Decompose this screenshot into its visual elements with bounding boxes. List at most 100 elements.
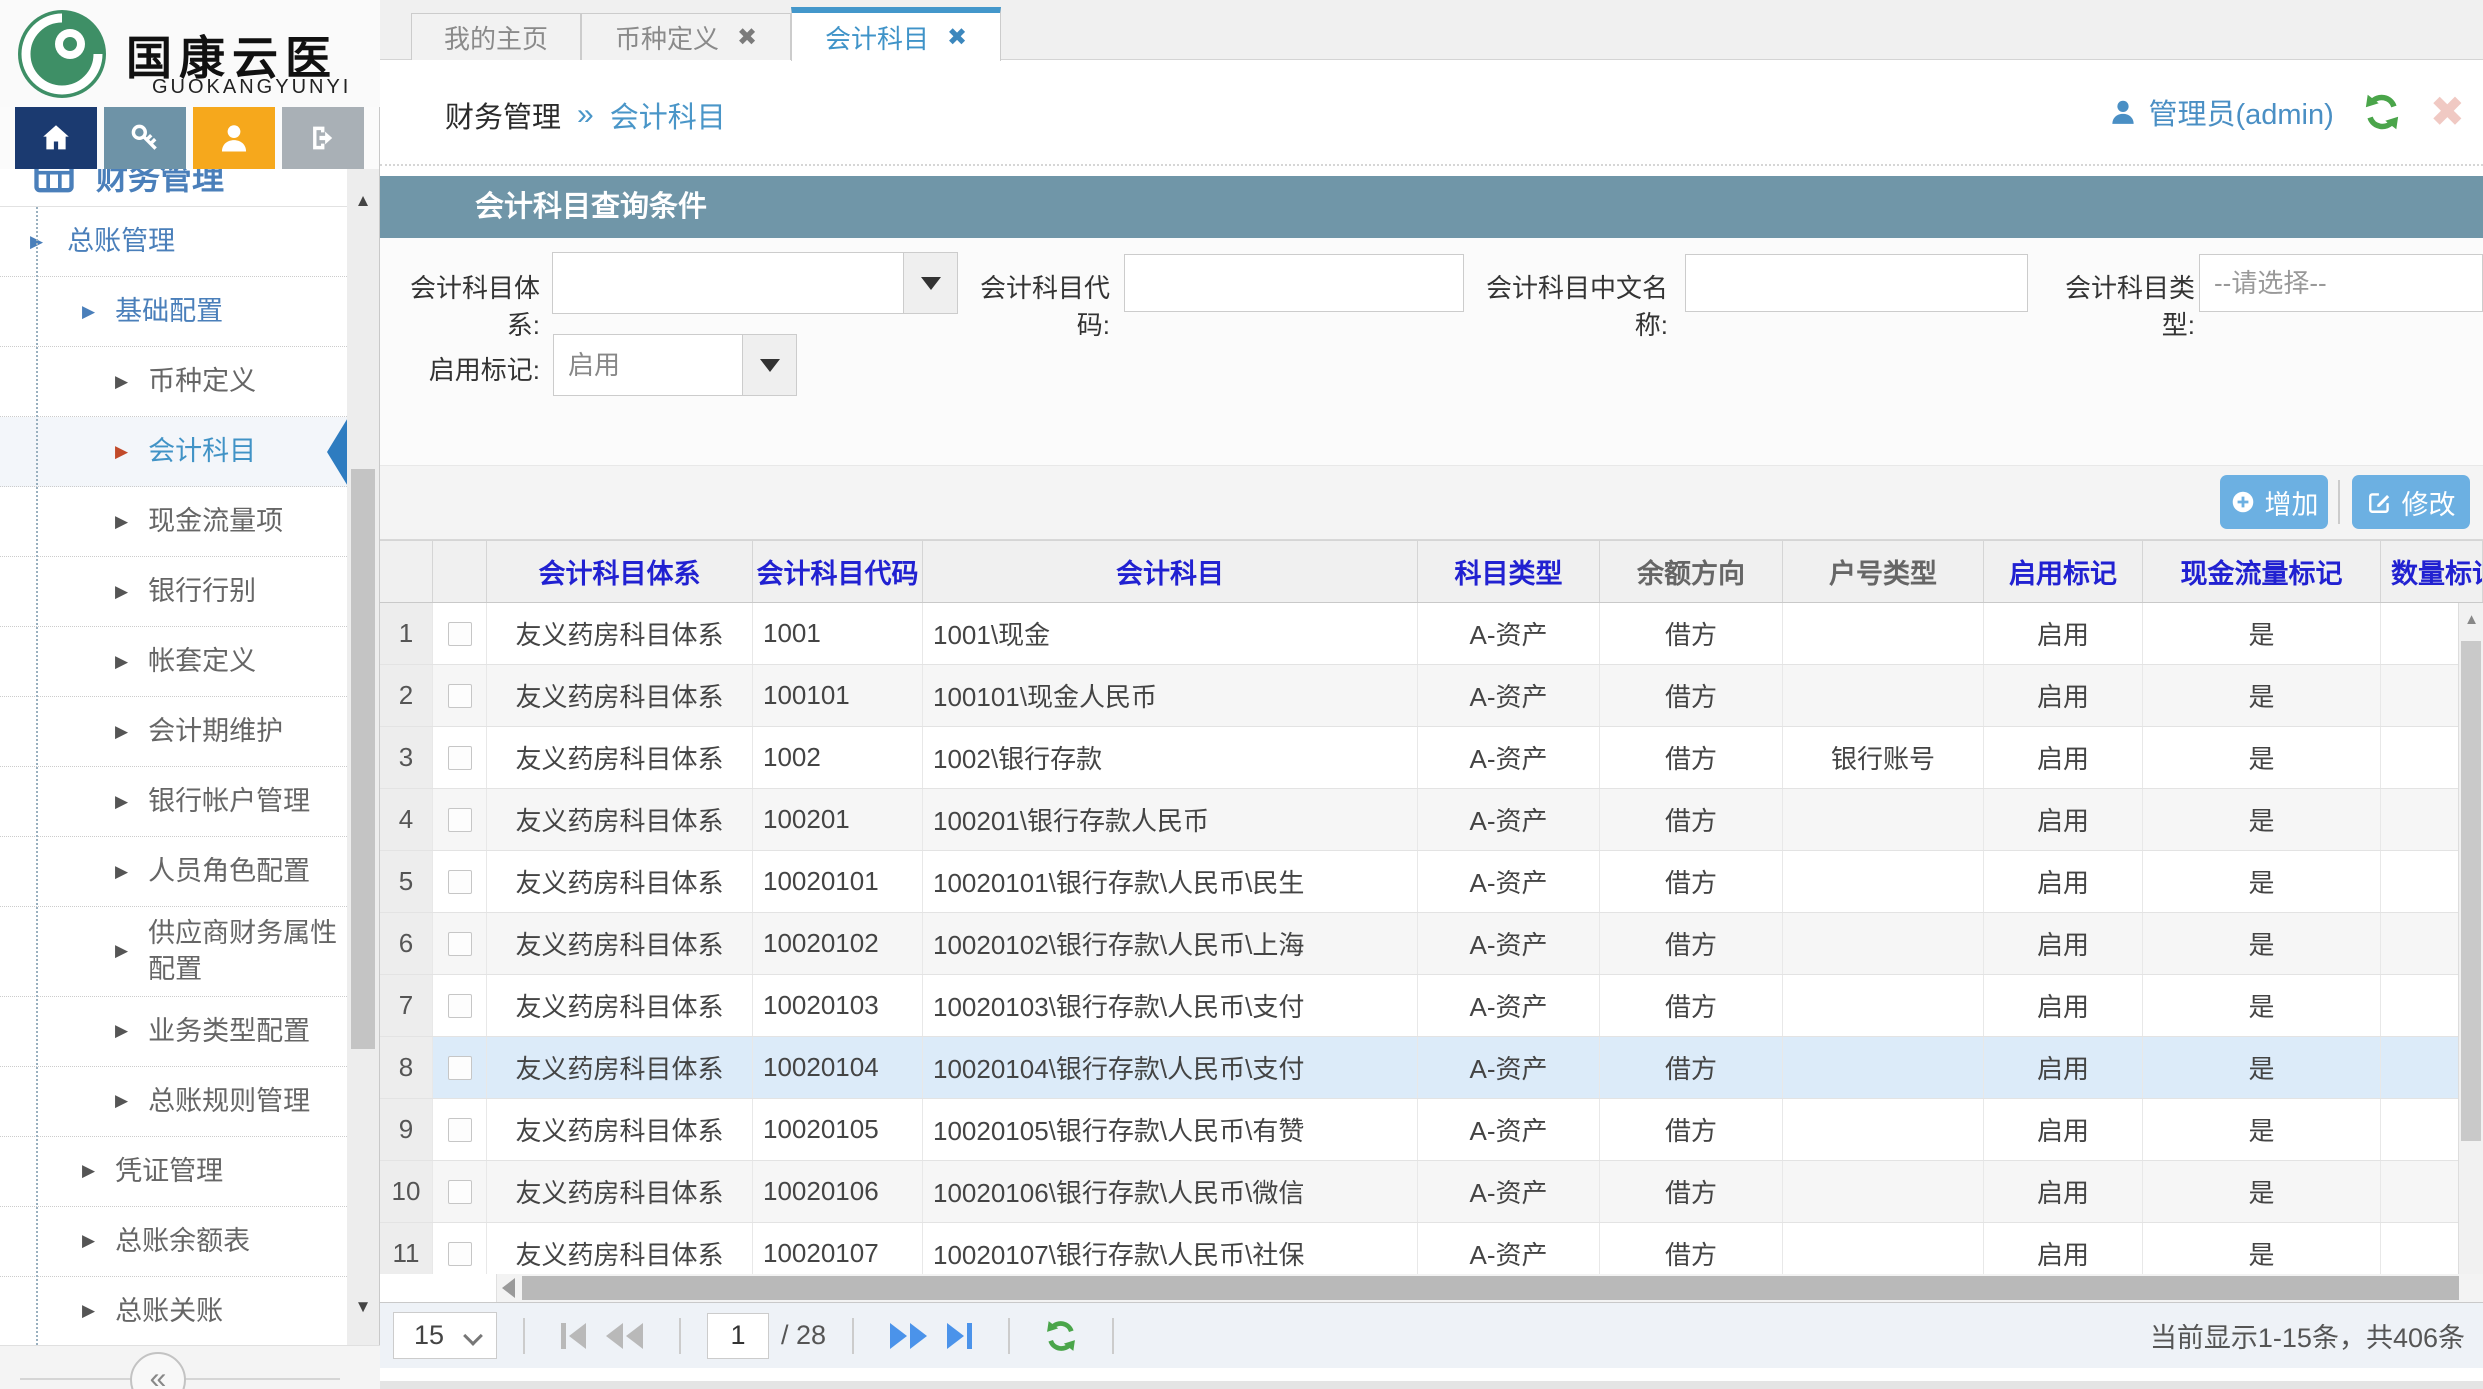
cell-cashflow: 是	[2143, 665, 2381, 726]
sidebar-item-13[interactable]: ▶凭证管理	[0, 1137, 347, 1207]
dropdown-arrow-icon[interactable]	[742, 335, 796, 395]
prev-page-button[interactable]	[606, 1323, 643, 1349]
sidebar-item-7[interactable]: ▶会计期维护	[0, 697, 347, 767]
scroll-down-icon[interactable]: ▼	[347, 1297, 379, 1317]
refresh-page-icon[interactable]	[2360, 90, 2404, 134]
cell-subject: 10020105\银行存款\人民币\有赞	[923, 1099, 1418, 1160]
column-header-type[interactable]: 科目类型	[1418, 541, 1600, 602]
password-button[interactable]	[104, 107, 186, 169]
sidebar-scroll-thumb[interactable]	[351, 469, 375, 1049]
row-checkbox[interactable]	[448, 684, 472, 708]
row-checkbox[interactable]	[448, 932, 472, 956]
scroll-up-icon[interactable]: ▲	[347, 191, 379, 211]
table-row-6[interactable]: 6友义药房科目体系1002010210020102\银行存款\人民币\上海A-资…	[380, 913, 2483, 975]
subject-type-select[interactable]: --请选择--	[2199, 254, 2483, 312]
table-vertical-scrollbar[interactable]: ▲	[2458, 603, 2483, 1280]
horizontal-scroll-thumb[interactable]	[522, 1276, 2459, 1300]
pagination-divider	[1112, 1318, 1114, 1354]
logout-button[interactable]	[282, 107, 364, 169]
sidebar-section-header[interactable]: 财务管理	[0, 169, 347, 205]
column-header-cashflow[interactable]: 现金流量标记	[2143, 541, 2381, 602]
cell-code: 10020102	[753, 913, 923, 974]
table-row-1[interactable]: 1友义药房科目体系10011001\现金A-资产借方启用是	[380, 603, 2483, 665]
row-checkbox[interactable]	[448, 994, 472, 1018]
sidebar-item-5[interactable]: ▶银行行别	[0, 557, 347, 627]
table-row-4[interactable]: 4友义药房科目体系100201100201\银行存款人民币A-资产借方启用是	[380, 789, 2483, 851]
table-row-2[interactable]: 2友义药房科目体系100101100101\现金人民币A-资产借方启用是	[380, 665, 2483, 727]
table-row-9[interactable]: 9友义药房科目体系1002010510020105\银行存款\人民币\有赞A-资…	[380, 1099, 2483, 1161]
tab-my-home[interactable]: 我的主页	[411, 13, 581, 60]
sidebar-item-4[interactable]: ▶现金流量项	[0, 487, 347, 557]
sidebar-item-6[interactable]: ▶帐套定义	[0, 627, 347, 697]
cell-num: 3	[380, 727, 433, 788]
subject-system-combobox[interactable]	[552, 252, 958, 314]
sidebar-item-15[interactable]: ▶总账关账	[0, 1277, 347, 1345]
dropdown-arrow-icon[interactable]	[903, 253, 957, 313]
row-checkbox[interactable]	[448, 622, 472, 646]
column-header-system[interactable]: 会计科目体系	[487, 541, 753, 602]
current-user[interactable]: 管理员(admin)	[2108, 91, 2333, 133]
row-checkbox[interactable]	[448, 1056, 472, 1080]
scroll-left-icon[interactable]	[502, 1278, 515, 1298]
row-checkbox[interactable]	[448, 746, 472, 770]
tab-close-icon[interactable]: ✖	[737, 23, 757, 52]
tab-accounting-subjects[interactable]: 会计科目 ✖	[791, 7, 1001, 61]
edit-button[interactable]: 修改	[2352, 475, 2470, 529]
row-checkbox[interactable]	[448, 1180, 472, 1204]
scroll-up-icon[interactable]: ▲	[2459, 611, 2483, 628]
column-header-code[interactable]: 会计科目代码	[753, 541, 923, 602]
cell-num: 8	[380, 1037, 433, 1098]
collapse-sidebar-button[interactable]: «	[130, 1352, 186, 1389]
table-row-11[interactable]: 11友义药房科目体系1002010710020107\银行存款\人民币\社保A-…	[380, 1223, 2483, 1280]
table-row-3[interactable]: 3友义药房科目体系10021002\银行存款A-资产借方银行账号启用是	[380, 727, 2483, 789]
next-page-button[interactable]	[890, 1323, 927, 1349]
cell-code: 10020106	[753, 1161, 923, 1222]
sidebar-item-11[interactable]: ▶业务类型配置	[0, 997, 347, 1067]
sidebar-item-8[interactable]: ▶银行帐户管理	[0, 767, 347, 837]
sidebar-item-1[interactable]: ▶基础配置	[0, 277, 347, 347]
window-scrollbar-strip[interactable]	[380, 1381, 2483, 1389]
tab-currency[interactable]: 币种定义 ✖	[581, 13, 791, 60]
first-page-button[interactable]	[561, 1323, 586, 1349]
table-horizontal-scrollbar[interactable]	[380, 1274, 2483, 1302]
profile-button[interactable]	[193, 107, 275, 169]
sidebar-item-label: 币种定义	[148, 355, 256, 407]
page-size-select[interactable]: 15	[393, 1312, 497, 1359]
sidebar-item-2[interactable]: ▶币种定义	[0, 347, 347, 417]
breadcrumb: 财务管理 » 会计科目	[445, 94, 726, 136]
tab-close-icon[interactable]: ✖	[947, 23, 967, 52]
row-checkbox[interactable]	[448, 808, 472, 832]
row-checkbox[interactable]	[448, 1242, 472, 1266]
table-row-7[interactable]: 7友义药房科目体系1002010310020103\银行存款\人民币\支付A-资…	[380, 975, 2483, 1037]
column-header-qty[interactable]: 数量标记	[2381, 541, 2483, 602]
subject-name-input[interactable]	[1685, 254, 2028, 312]
row-checkbox[interactable]	[448, 1118, 472, 1142]
home-button[interactable]	[15, 107, 97, 169]
add-button[interactable]: 增加	[2220, 475, 2328, 529]
close-page-icon[interactable]: ✖	[2430, 91, 2465, 133]
sidebar-item-9[interactable]: ▶人员角色配置	[0, 837, 347, 907]
sidebar-item-10[interactable]: ▶供应商财务属性配置	[0, 907, 347, 997]
pagination-bar: 15 / 28 当前显示1-15条，共406条	[380, 1302, 2483, 1368]
page-number-input[interactable]	[707, 1313, 769, 1359]
enabled-flag-combobox[interactable]: 启用	[553, 334, 797, 396]
caret-right-icon: ▶	[115, 582, 128, 602]
sidebar-item-label: 帐套定义	[148, 635, 256, 687]
last-page-button[interactable]	[947, 1323, 972, 1349]
sidebar-scrollbar[interactable]: ▲ ▼	[347, 169, 379, 1345]
subject-code-input[interactable]	[1124, 254, 1464, 312]
row-checkbox[interactable]	[448, 870, 472, 894]
sidebar-item-14[interactable]: ▶总账余额表	[0, 1207, 347, 1277]
sidebar-item-3[interactable]: ▶会计科目	[0, 417, 347, 487]
sidebar-item-0[interactable]: ▶总账管理	[0, 207, 347, 277]
caret-right-icon: ▶	[82, 1301, 95, 1321]
table-row-10[interactable]: 10友义药房科目体系1002010610020106\银行存款\人民币\微信A-…	[380, 1161, 2483, 1223]
vertical-scroll-thumb[interactable]	[2461, 641, 2481, 1141]
column-header-subject[interactable]: 会计科目	[923, 541, 1418, 602]
sidebar-item-label: 业务类型配置	[148, 1005, 310, 1057]
sidebar-item-12[interactable]: ▶总账规则管理	[0, 1067, 347, 1137]
table-row-8[interactable]: 8友义药房科目体系1002010410020104\银行存款\人民币\支付A-资…	[380, 1037, 2483, 1099]
table-row-5[interactable]: 5友义药房科目体系1002010110020101\银行存款\人民币\民生A-资…	[380, 851, 2483, 913]
refresh-grid-icon[interactable]	[1042, 1317, 1080, 1355]
column-header-enabled[interactable]: 启用标记	[1984, 541, 2143, 602]
